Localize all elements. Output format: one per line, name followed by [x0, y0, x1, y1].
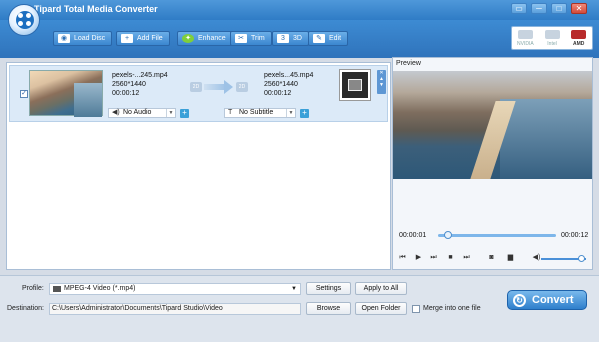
preview-video	[393, 71, 592, 179]
close-button[interactable]: ✕	[571, 3, 587, 14]
file-checkbox[interactable]: ✓	[20, 90, 28, 98]
subtitle-dropdown[interactable]: T No Subtitle ▼	[224, 108, 296, 118]
output-duration: 00:00:12	[264, 90, 292, 97]
gpu-acceleration-panel: NVIDIA Intel AMD	[511, 26, 593, 50]
add-file-button[interactable]: + Add File	[116, 31, 170, 46]
apply-to-all-button[interactable]: Apply to All	[355, 282, 407, 295]
enhance-button[interactable]: ✦ Enhance	[177, 31, 233, 46]
merge-checkbox[interactable]	[412, 305, 420, 313]
gpu-nvidia[interactable]: NVIDIA	[512, 27, 539, 49]
convert-button[interactable]: ↻ Convert	[507, 290, 587, 310]
video-thumbnail	[29, 70, 103, 117]
file-list: ✓ pexels-...245.mp4 2560*1440 00:00:12 2…	[6, 62, 391, 270]
add-audio-button[interactable]: +	[180, 109, 189, 118]
source-resolution: 2560*1440	[112, 81, 146, 88]
source-duration: 00:00:12	[112, 90, 140, 97]
toolbar: ◉ Load Disc + Add File ✦ Enhance ✂ Trim 3 3D …	[0, 4, 599, 58]
source-info: pexels-...245.mp4 2560*1440 00:00:12	[112, 71, 168, 98]
merge-label: Merge into one file	[423, 305, 481, 312]
previous-icon[interactable]: ⏮	[398, 254, 407, 262]
destination-field[interactable]: C:\Users\Administrator\Documents\Tipard …	[49, 303, 301, 315]
bottom-panel: Profile: MPEG-4 Video (*.mp4) ▼ Settings…	[0, 275, 599, 342]
load-disc-button[interactable]: ◉ Load Disc	[53, 31, 113, 46]
convert-arrow-icon: 2D 2D	[190, 76, 248, 98]
window-title: Tipard Total Media Converter	[34, 4, 158, 14]
settings-button[interactable]: Settings	[306, 282, 351, 295]
current-time: 00:00:01	[399, 232, 427, 239]
output-name: pexels...45.mp4	[264, 72, 314, 79]
volume-handle[interactable]	[578, 255, 585, 262]
preview-label: Preview	[396, 60, 421, 67]
seek-bar[interactable]	[438, 234, 556, 237]
end-icon[interactable]: ⏭	[462, 254, 471, 262]
profile-select[interactable]: MPEG-4 Video (*.mp4) ▼	[49, 283, 301, 295]
chevron-down-icon: ▼	[286, 109, 295, 117]
add-file-icon: +	[121, 34, 133, 43]
video-format-icon	[53, 286, 61, 292]
disc-icon: ◉	[58, 34, 70, 43]
output-info: pexels...45.mp4 2560*1440 00:00:12	[264, 71, 313, 98]
minimize-button[interactable]: ─	[531, 3, 547, 14]
scissors-icon: ✂	[235, 34, 247, 43]
add-subtitle-button[interactable]: +	[300, 109, 309, 118]
output-format-icon[interactable]	[339, 69, 371, 101]
edit-icon: ✎	[313, 34, 325, 43]
source-name: pexels-...245.mp4	[112, 72, 168, 79]
profile-label: Profile:	[22, 285, 44, 292]
audio-track-dropdown[interactable]: ◀) No Audio ▼	[108, 108, 176, 118]
edit-button[interactable]: ✎ Edit	[308, 31, 349, 46]
3d-icon: 3	[277, 34, 289, 43]
open-folder-button[interactable]: Open Folder	[355, 302, 407, 315]
folder-icon[interactable]: ▆	[506, 254, 515, 262]
feedback-icon[interactable]: ▭	[511, 3, 527, 14]
stop-icon[interactable]: ■	[446, 254, 455, 262]
app-window: Tipard Total Media Converter ▭ ─ □ ✕ ◉ Lo…	[0, 0, 599, 342]
title-bar: Tipard Total Media Converter ▭ ─ □ ✕	[0, 0, 599, 20]
destination-label: Destination:	[7, 305, 44, 312]
chevron-down-icon: ▼	[291, 286, 297, 292]
next-frame-icon[interactable]: ⏭	[429, 254, 438, 262]
snapshot-icon[interactable]: ◙	[487, 254, 496, 262]
gpu-amd[interactable]: AMD	[565, 27, 592, 49]
speaker-icon: ◀)	[112, 109, 120, 116]
enhance-icon: ✦	[182, 34, 194, 43]
file-row[interactable]: ✓ pexels-...245.mp4 2560*1440 00:00:12 2…	[9, 65, 388, 122]
preview-panel: Preview 00:00:01 00:00:12 ⏮ ▶ ⏭ ■ ⏭ ◙ ▆ …	[392, 57, 593, 270]
3d-button[interactable]: 3 3D	[272, 31, 309, 46]
gpu-intel[interactable]: Intel	[539, 27, 566, 49]
row-actions[interactable]: ✕ ▲ ▼	[377, 70, 386, 94]
volume-icon[interactable]: ◀)	[532, 254, 541, 262]
browse-button[interactable]: Browse	[306, 302, 351, 315]
seek-handle[interactable]	[443, 231, 452, 239]
maximize-button[interactable]: □	[551, 3, 567, 14]
total-time: 00:00:12	[561, 232, 589, 239]
app-logo-icon	[8, 4, 40, 36]
subtitle-icon: T	[228, 109, 233, 116]
convert-icon: ↻	[513, 294, 526, 307]
output-resolution: 2560*1440	[264, 81, 298, 88]
trim-button[interactable]: ✂ Trim	[230, 31, 272, 46]
chevron-down-icon: ▼	[166, 109, 175, 117]
play-icon[interactable]: ▶	[414, 254, 423, 262]
